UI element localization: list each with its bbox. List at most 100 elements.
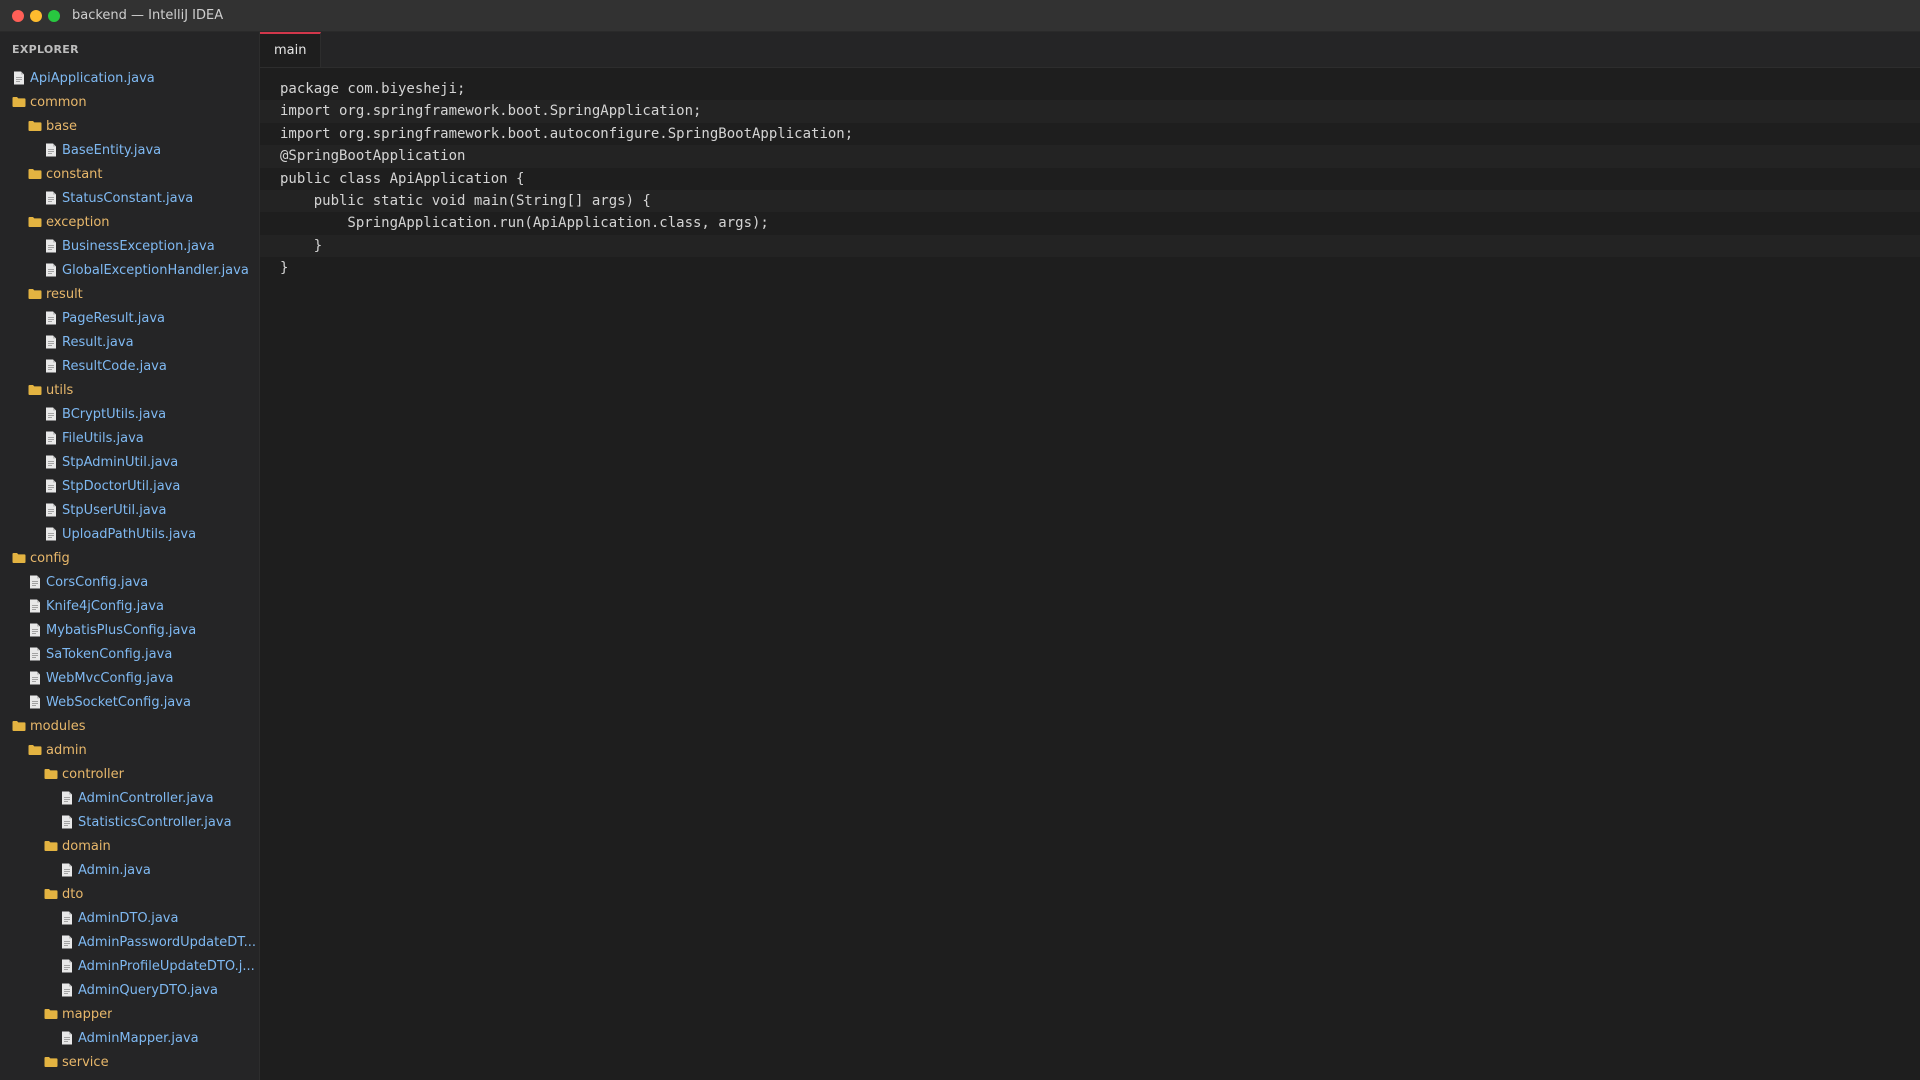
tree-folder[interactable]: constant bbox=[0, 162, 259, 186]
tree-file[interactable]: StatusConstant.java bbox=[0, 186, 259, 210]
tree-file[interactable]: ResultCode.java bbox=[0, 354, 259, 378]
tree-file[interactable]: PageResult.java bbox=[0, 306, 259, 330]
tree-folder[interactable]: utils bbox=[0, 378, 259, 402]
tree-file[interactable]: AdminPasswordUpdateDT... bbox=[0, 930, 259, 954]
tree-file[interactable]: AdminMapper.java bbox=[0, 1026, 259, 1050]
tree-item-label: config bbox=[30, 550, 70, 566]
code-line: import org.springframework.boot.autoconf… bbox=[280, 125, 854, 142]
folder-icon bbox=[28, 287, 42, 301]
file-icon bbox=[44, 335, 58, 349]
tree-item-label: common bbox=[30, 94, 87, 110]
tree-folder[interactable]: exception bbox=[0, 210, 259, 234]
tree-file[interactable]: AdminQueryDTO.java bbox=[0, 978, 259, 1002]
tree-item-label: WebMvcConfig.java bbox=[46, 670, 174, 686]
tree-folder[interactable]: common bbox=[0, 90, 259, 114]
tree-file[interactable]: BusinessException.java bbox=[0, 234, 259, 258]
tree-file[interactable]: UploadPathUtils.java bbox=[0, 522, 259, 546]
tree-file[interactable]: Knife4jConfig.java bbox=[0, 594, 259, 618]
tree-item-label: base bbox=[46, 118, 77, 134]
file-icon bbox=[60, 911, 74, 925]
folder-icon bbox=[28, 119, 42, 133]
tree-item-label: utils bbox=[46, 382, 74, 398]
tree-file[interactable]: MybatisPlusConfig.java bbox=[0, 618, 259, 642]
tree-folder[interactable]: controller bbox=[0, 762, 259, 786]
tree-file[interactable]: AdminController.java bbox=[0, 786, 259, 810]
code-line: public static void main(String[] args) { bbox=[260, 189, 1920, 213]
tree-folder[interactable]: base bbox=[0, 114, 259, 138]
file-icon bbox=[28, 695, 42, 709]
minimize-window-button[interactable] bbox=[30, 9, 42, 22]
tree-file[interactable]: Admin.java bbox=[0, 858, 259, 882]
tree-item-label: Admin.java bbox=[78, 862, 151, 878]
tree-file[interactable]: BaseEntity.java bbox=[0, 138, 259, 162]
folder-icon bbox=[44, 767, 58, 781]
tree-folder[interactable]: dto bbox=[0, 882, 259, 906]
tree-item-label: AdminQueryDTO.java bbox=[78, 982, 218, 998]
tree-item-label: SaTokenConfig.java bbox=[46, 646, 173, 662]
tree-folder[interactable]: domain bbox=[0, 834, 259, 858]
zoom-window-button[interactable] bbox=[48, 9, 60, 22]
tree-file[interactable]: GlobalExceptionHandler.java bbox=[0, 258, 259, 282]
close-window-button[interactable] bbox=[12, 9, 24, 22]
code-editor[interactable]: package com.biyesheji; import org.springf… bbox=[260, 78, 1920, 280]
file-icon bbox=[44, 143, 58, 157]
file-icon bbox=[44, 527, 58, 541]
folder-icon bbox=[28, 215, 42, 229]
folder-icon bbox=[44, 839, 58, 853]
tree-file[interactable]: AdminProfileUpdateDTO.j... bbox=[0, 954, 259, 978]
editor-tab-bar: main bbox=[260, 32, 1920, 68]
tree-item-label: StpAdminUtil.java bbox=[62, 454, 179, 470]
tree-item-label: Knife4jConfig.java bbox=[46, 598, 164, 614]
file-icon bbox=[44, 263, 58, 277]
tree-file[interactable]: SaTokenConfig.java bbox=[0, 642, 259, 666]
tree-file[interactable]: StpDoctorUtil.java bbox=[0, 474, 259, 498]
tree-file[interactable]: Result.java bbox=[0, 330, 259, 354]
tree-file[interactable]: BCryptUtils.java bbox=[0, 402, 259, 426]
file-icon bbox=[28, 647, 42, 661]
tree-item-label: admin bbox=[46, 742, 87, 758]
tree-file[interactable]: AdminDTO.java bbox=[0, 906, 259, 930]
tree-file[interactable]: WebSocketConfig.java bbox=[0, 690, 259, 714]
folder-icon bbox=[28, 743, 42, 757]
tree-folder[interactable]: config bbox=[0, 546, 259, 570]
tree-folder[interactable]: service bbox=[0, 1050, 259, 1074]
file-icon bbox=[12, 71, 26, 85]
tree-file[interactable]: StatisticsController.java bbox=[0, 810, 259, 834]
tree-item-label: BCryptUtils.java bbox=[62, 406, 167, 422]
code-line: } bbox=[280, 260, 289, 277]
tree-folder[interactable]: admin bbox=[0, 738, 259, 762]
tree-item-label: constant bbox=[46, 166, 103, 182]
tree-item-label: modules bbox=[30, 718, 86, 734]
tree-item-label: Result.java bbox=[62, 334, 134, 350]
tree-file[interactable]: FileUtils.java bbox=[0, 426, 259, 450]
tree-item-label: UploadPathUtils.java bbox=[62, 526, 197, 542]
folder-icon bbox=[44, 1007, 58, 1021]
tree-file[interactable]: ApiApplication.java bbox=[0, 66, 259, 90]
tree-item-label: PageResult.java bbox=[62, 310, 166, 326]
tree-file[interactable]: StpUserUtil.java bbox=[0, 498, 259, 522]
folder-icon bbox=[28, 383, 42, 397]
tree-item-label: GlobalExceptionHandler.java bbox=[62, 262, 249, 278]
folder-icon bbox=[44, 887, 58, 901]
folder-icon bbox=[44, 1055, 58, 1069]
file-icon bbox=[60, 1031, 74, 1045]
file-icon bbox=[44, 407, 58, 421]
file-icon bbox=[28, 623, 42, 637]
tab-label: main bbox=[274, 43, 307, 58]
tree-folder[interactable]: modules bbox=[0, 714, 259, 738]
tree-folder[interactable]: result bbox=[0, 282, 259, 306]
file-icon bbox=[28, 599, 42, 613]
tab-main[interactable]: main bbox=[260, 32, 322, 67]
tree-item-label: AdminMapper.java bbox=[78, 1030, 199, 1046]
tree-item-label: BaseEntity.java bbox=[62, 142, 162, 158]
tree-file[interactable]: CorsConfig.java bbox=[0, 570, 259, 594]
tree-file[interactable]: WebMvcConfig.java bbox=[0, 666, 259, 690]
tree-folder[interactable]: mapper bbox=[0, 1002, 259, 1026]
editor-pane: main package com.biyesheji; import org.sp… bbox=[260, 32, 1920, 1080]
code-line: SpringApplication.run(ApiApplication.cla… bbox=[280, 215, 769, 232]
code-line: } bbox=[260, 234, 1920, 258]
file-icon bbox=[60, 791, 74, 805]
tree-item-label: StatusConstant.java bbox=[62, 190, 194, 206]
tree-file[interactable]: StpAdminUtil.java bbox=[0, 450, 259, 474]
file-icon bbox=[60, 983, 74, 997]
